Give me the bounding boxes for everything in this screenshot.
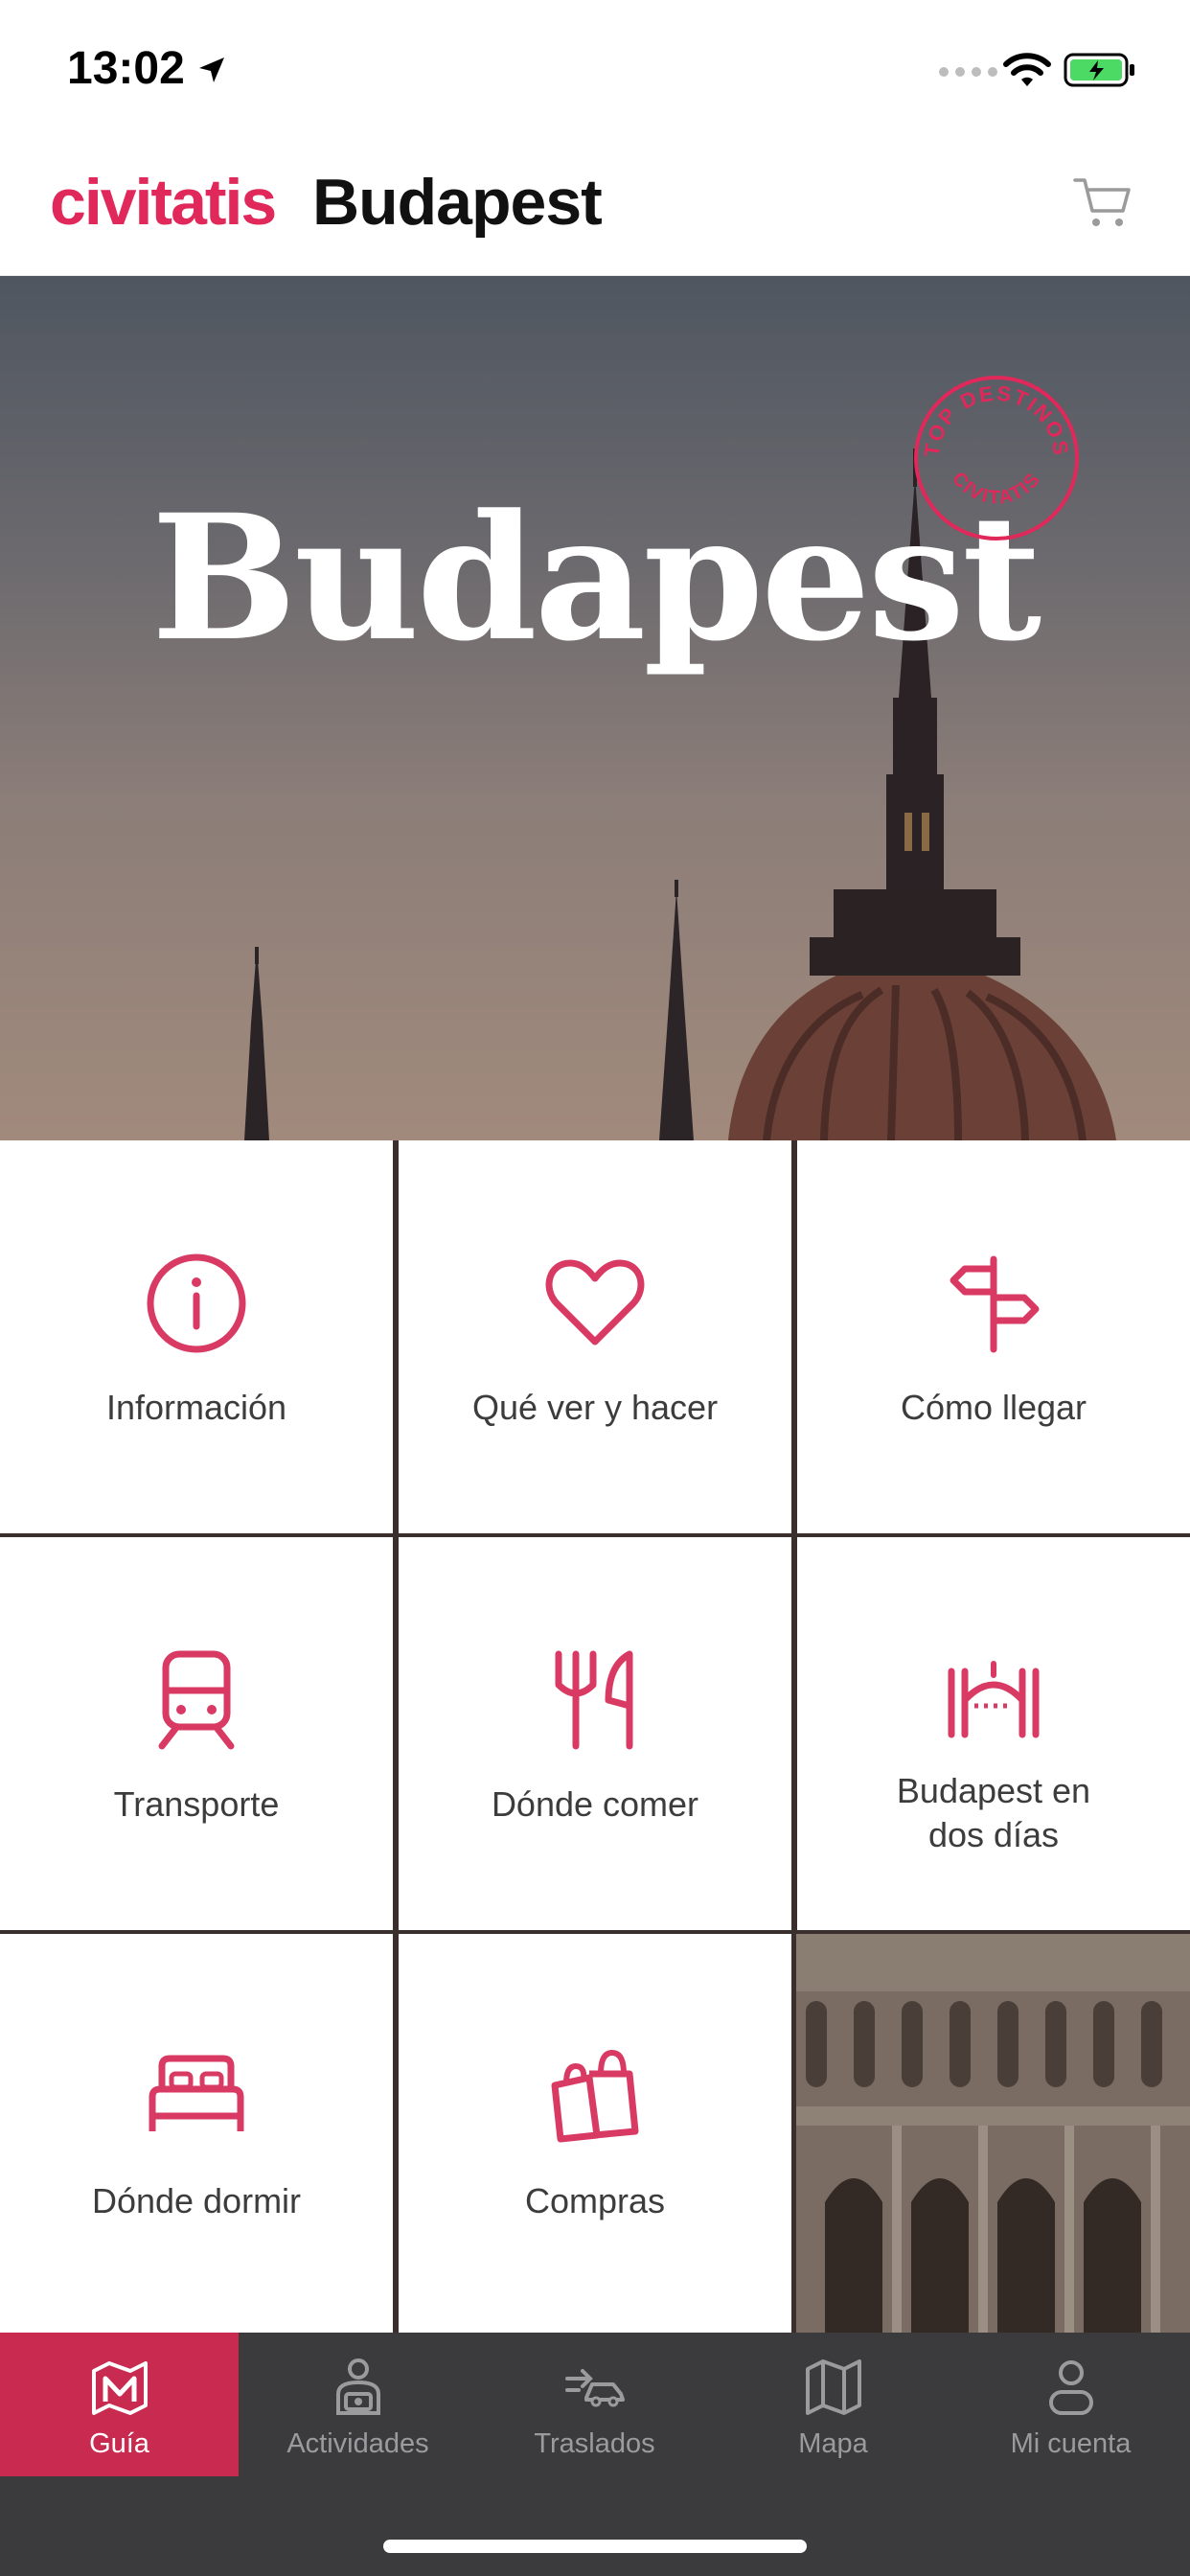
bed-icon: [149, 2055, 244, 2131]
tile-label-line1: Budapest en: [896, 1771, 1091, 1810]
tile-donde-dormir[interactable]: Dónde dormir: [0, 1934, 393, 2333]
tile-label-line2: dos días: [927, 1815, 1060, 1854]
tile-label: Dónde comer: [491, 1784, 699, 1824]
home-indicator-area: [0, 2476, 1190, 2576]
signpost-icon: [950, 1255, 1040, 1353]
status-bar: 13:02: [0, 0, 1190, 134]
arch-icon: [948, 1661, 1040, 1738]
tab-label: Mapa: [798, 2428, 868, 2459]
location-arrow-icon: [199, 58, 224, 82]
home-indicator[interactable]: [383, 2540, 807, 2553]
tile-donde-comer[interactable]: Dónde comer: [399, 1537, 791, 1930]
parliament-facade-image: [796, 1934, 1190, 2333]
heart-icon: [545, 1259, 645, 1346]
tab-label: Actividades: [286, 2428, 429, 2459]
car-arrow-icon: [564, 2369, 625, 2407]
badge-bottom-text: CIVITATIS: [948, 469, 1043, 509]
tab-actividades[interactable]: Actividades: [239, 2333, 477, 2476]
top-destinos-badge: TOP DESTINOS CIVITATIS: [914, 376, 1079, 540]
brand-logo: civitatis: [50, 166, 277, 239]
wifi-icon: [1003, 53, 1051, 86]
guide-grid: Información Qué ver y hacer Cómo llegar …: [0, 1140, 1190, 2333]
tab-mapa[interactable]: Mapa: [714, 2333, 952, 2476]
hero-banner: Budapest TOP DESTINOS CIVITATIS: [0, 276, 1190, 1140]
map-icon: [805, 2359, 861, 2415]
user-icon: [1048, 2360, 1093, 2415]
train-icon: [158, 1650, 235, 1750]
app-header: civitatis Budapest: [0, 134, 1190, 276]
tab-label: Traslados: [534, 2428, 655, 2459]
tile-que-ver-y-hacer[interactable]: Qué ver y hacer: [399, 1140, 791, 1533]
svg-text:TOP DESTINOS: TOP DESTINOS: [920, 381, 1074, 459]
svg-text:CIVITATIS: CIVITATIS: [948, 469, 1045, 509]
tile-label: Qué ver y hacer: [471, 1388, 719, 1427]
tab-label: Guía: [89, 2428, 149, 2459]
tile-label: Budapest en dos días: [897, 1769, 1090, 1857]
fork-knife-icon: [555, 1650, 633, 1750]
tab-guia[interactable]: Guía: [0, 2333, 239, 2476]
battery-charging-icon: [1064, 53, 1134, 87]
tile-label: Transporte: [113, 1784, 280, 1824]
tile-label: Compras: [524, 2181, 666, 2220]
tile-como-llegar[interactable]: Cómo llegar: [797, 1140, 1190, 1533]
tile-compras[interactable]: Compras: [399, 1934, 791, 2333]
tile-label: Información: [105, 1388, 287, 1427]
cart-icon[interactable]: [1071, 171, 1134, 234]
tab-mi-cuenta[interactable]: Mi cuenta: [951, 2333, 1190, 2476]
info-icon: [147, 1254, 246, 1353]
person-camera-icon: [335, 2358, 380, 2415]
bottom-tab-bar: Guía Actividades Traslados Mapa Mi cuent…: [0, 2333, 1190, 2476]
tile-transporte[interactable]: Transporte: [0, 1537, 393, 1930]
map-guide-icon: [91, 2361, 148, 2415]
tile-label: Dónde dormir: [91, 2181, 302, 2220]
page-title: Budapest: [312, 166, 603, 239]
cellular-signal-icon: [939, 67, 997, 77]
tab-label: Mi cuenta: [1010, 2428, 1132, 2459]
badge-top-text: TOP DESTINOS: [920, 381, 1072, 459]
tile-informacion[interactable]: Información: [0, 1140, 393, 1533]
status-time: 13:02: [67, 43, 185, 94]
tab-traslados[interactable]: Traslados: [475, 2333, 714, 2476]
tile-budapest-en-dos-dias[interactable]: Budapest en dos días: [797, 1537, 1190, 1930]
tile-label: Cómo llegar: [900, 1388, 1087, 1427]
shopping-bags-icon: [551, 2049, 639, 2143]
